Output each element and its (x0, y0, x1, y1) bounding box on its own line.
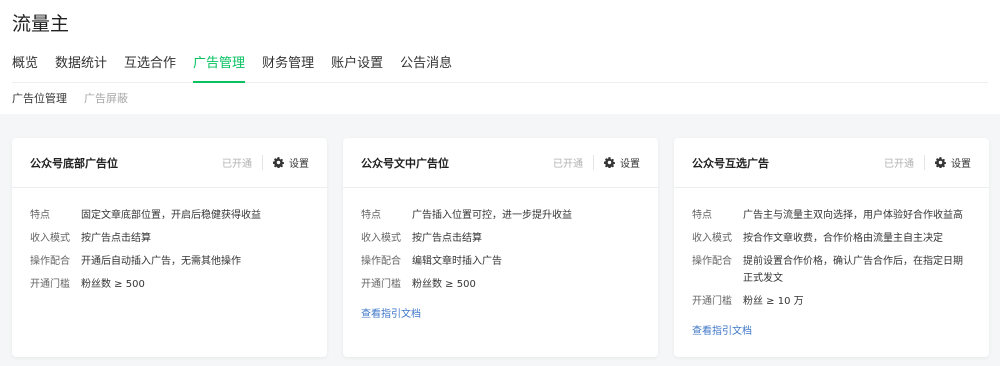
view-guide-link[interactable]: 查看指引文档 (361, 305, 421, 320)
header-area: 流量主 概览 数据统计 互选合作 广告管理 财务管理 账户设置 公告消息 广告位… (0, 0, 1000, 114)
row-value: 粉丝 ≥ 10 万 (743, 296, 804, 307)
card-body: 特点 广告主与流量主双向选择，用户体验好合作收益高 收入模式 按合作文章收费，合… (674, 188, 989, 338)
row-label: 特点 (30, 210, 50, 221)
settings-label: 设置 (289, 159, 309, 170)
card-header: 公众号底部广告位 已开通 设置 (12, 138, 327, 188)
row-label: 特点 (692, 210, 712, 221)
card-body: 特点 固定文章底部位置，开启后稳健获得收益 收入模式 按广告点击结算 操作配合 … (12, 188, 327, 293)
gear-icon (604, 157, 615, 168)
status-badge: 已开通 (884, 155, 925, 170)
row-value: 广告主与流量主双向选择，用户体验好合作收益高 (743, 210, 963, 221)
info-row: 开通门槛 粉丝数 ≥ 500 (361, 276, 640, 293)
row-value: 固定文章底部位置，开启后稳健获得收益 (81, 210, 261, 221)
row-value: 编辑文章时插入广告 (412, 256, 502, 267)
app-title: 流量主 (12, 13, 70, 35)
row-value: 提前设置合作价格，确认广告合作后，在指定日期正式发文 (743, 256, 963, 284)
ad-slot-card: 公众号底部广告位 已开通 设置 特点 固定文章底部位置，开启后稳健获得收益 收入… (12, 138, 327, 357)
row-label: 收入模式 (692, 233, 732, 244)
gear-icon (935, 157, 946, 168)
settings-button[interactable]: 设置 (604, 155, 640, 170)
tab-announcements[interactable]: 公告消息 (400, 53, 452, 83)
info-row: 收入模式 按合作文章收费，合作价格由流量主自主决定 (692, 230, 971, 247)
info-row: 操作配合 开通后自动插入广告，无需其他操作 (30, 253, 309, 270)
row-value: 粉丝数 ≥ 500 (412, 279, 476, 290)
row-label: 特点 (361, 210, 381, 221)
row-value: 按合作文章收费，合作价格由流量主自主决定 (743, 233, 943, 244)
card-body: 特点 广告插入位置可控，进一步提升收益 收入模式 按广告点击结算 操作配合 编辑… (343, 188, 658, 321)
settings-button[interactable]: 设置 (273, 155, 309, 170)
row-label: 开通门槛 (361, 279, 401, 290)
row-value: 广告插入位置可控，进一步提升收益 (412, 210, 572, 221)
row-value: 粉丝数 ≥ 500 (81, 279, 145, 290)
subtab-ad-blocking[interactable]: 广告屏蔽 (84, 90, 128, 106)
row-label: 操作配合 (692, 256, 732, 267)
tab-finance-management[interactable]: 财务管理 (262, 53, 314, 83)
info-row: 收入模式 按广告点击结算 (30, 230, 309, 247)
settings-button[interactable]: 设置 (935, 155, 971, 170)
main-nav: 概览 数据统计 互选合作 广告管理 财务管理 账户设置 公告消息 (12, 53, 988, 83)
row-label: 操作配合 (361, 256, 401, 267)
status-badge: 已开通 (553, 155, 594, 170)
info-row: 特点 固定文章底部位置，开启后稳健获得收益 (30, 207, 309, 224)
tab-data-statistics[interactable]: 数据统计 (55, 53, 107, 83)
info-row: 开通门槛 粉丝 ≥ 10 万 (692, 293, 971, 310)
row-label: 操作配合 (30, 256, 70, 267)
settings-label: 设置 (951, 159, 971, 170)
info-row: 特点 广告主与流量主双向选择，用户体验好合作收益高 (692, 207, 971, 224)
row-label: 开通门槛 (30, 279, 70, 290)
card-title: 公众号文中广告位 (361, 156, 449, 170)
info-row: 操作配合 编辑文章时插入广告 (361, 253, 640, 270)
row-value: 按广告点击结算 (412, 233, 482, 244)
tab-overview[interactable]: 概览 (12, 53, 38, 83)
tab-account-settings[interactable]: 账户设置 (331, 53, 383, 83)
card-header: 公众号互选广告 已开通 设置 (674, 138, 989, 188)
card-title: 公众号互选广告 (692, 156, 769, 170)
ad-slot-card: 公众号文中广告位 已开通 设置 特点 广告插入位置可控，进一步提升收益 收入模式… (343, 138, 658, 357)
view-guide-link[interactable]: 查看指引文档 (692, 322, 752, 337)
info-row: 开通门槛 粉丝数 ≥ 500 (30, 276, 309, 293)
status-badge: 已开通 (222, 155, 263, 170)
info-row: 特点 广告插入位置可控，进一步提升收益 (361, 207, 640, 224)
gear-icon (273, 157, 284, 168)
card-header: 公众号文中广告位 已开通 设置 (343, 138, 658, 188)
row-value: 按广告点击结算 (81, 233, 151, 244)
ad-slot-card: 公众号互选广告 已开通 设置 特点 广告主与流量主双向选择，用户体验好合作收益高… (674, 138, 989, 357)
subtab-ad-slot-management[interactable]: 广告位管理 (12, 90, 67, 106)
sub-nav: 广告位管理 广告屏蔽 (12, 90, 145, 106)
row-label: 开通门槛 (692, 296, 732, 307)
info-row: 收入模式 按广告点击结算 (361, 230, 640, 247)
tab-ad-management[interactable]: 广告管理 (193, 53, 246, 83)
settings-label: 设置 (620, 159, 640, 170)
row-value: 开通后自动插入广告，无需其他操作 (81, 256, 241, 267)
row-label: 收入模式 (361, 233, 401, 244)
info-row: 操作配合 提前设置合作价格，确认广告合作后，在指定日期正式发文 (692, 253, 971, 287)
tab-mutual-cooperation[interactable]: 互选合作 (124, 53, 176, 83)
ad-slot-cards: 公众号底部广告位 已开通 设置 特点 固定文章底部位置，开启后稳健获得收益 收入… (12, 138, 989, 357)
row-label: 收入模式 (30, 233, 70, 244)
card-title: 公众号底部广告位 (30, 156, 118, 170)
